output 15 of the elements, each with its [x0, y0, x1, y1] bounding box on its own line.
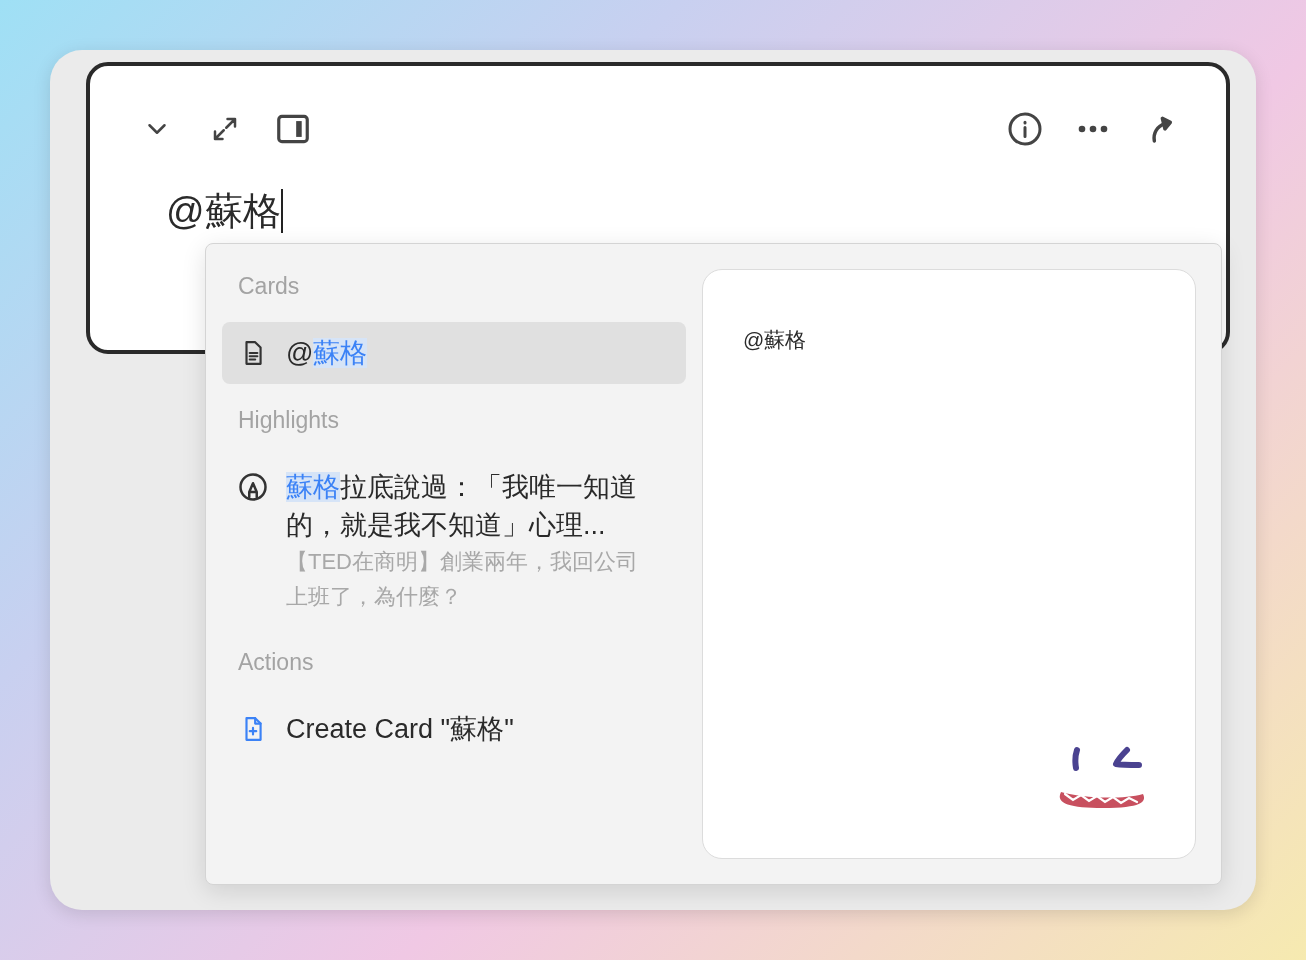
- suggestion-item[interactable]: 蘇格拉底說過：「我唯一知道的，就是我不知道」心理... 【TED在商明】創業兩年，我回公司上班了，為什麼？: [222, 456, 686, 626]
- note-title[interactable]: @蘇格: [166, 188, 281, 234]
- section-heading: Actions: [237, 648, 315, 677]
- suggestion-item[interactable]: @蘇格: [222, 322, 686, 384]
- suggestion-item[interactable]: Create Card "蘇格": [222, 698, 686, 760]
- card-title: @蘇格: [286, 337, 368, 370]
- highlight-text: 蘇格拉底說過：「我唯一知道的，就是我不知道」心理...: [286, 471, 638, 542]
- highlight-source: 【TED在商明】創業兩年，我回公司上班了，為什麼？: [286, 548, 639, 611]
- action-label: Create Card "蘇格": [286, 713, 514, 746]
- section-heading: Cards: [237, 272, 301, 301]
- highlighter-icon: [238, 472, 268, 502]
- info-icon[interactable]: [1006, 110, 1044, 148]
- preview-text: @蘇格: [743, 328, 807, 351]
- section-heading: Highlights: [237, 406, 340, 435]
- text-cursor: [280, 189, 283, 233]
